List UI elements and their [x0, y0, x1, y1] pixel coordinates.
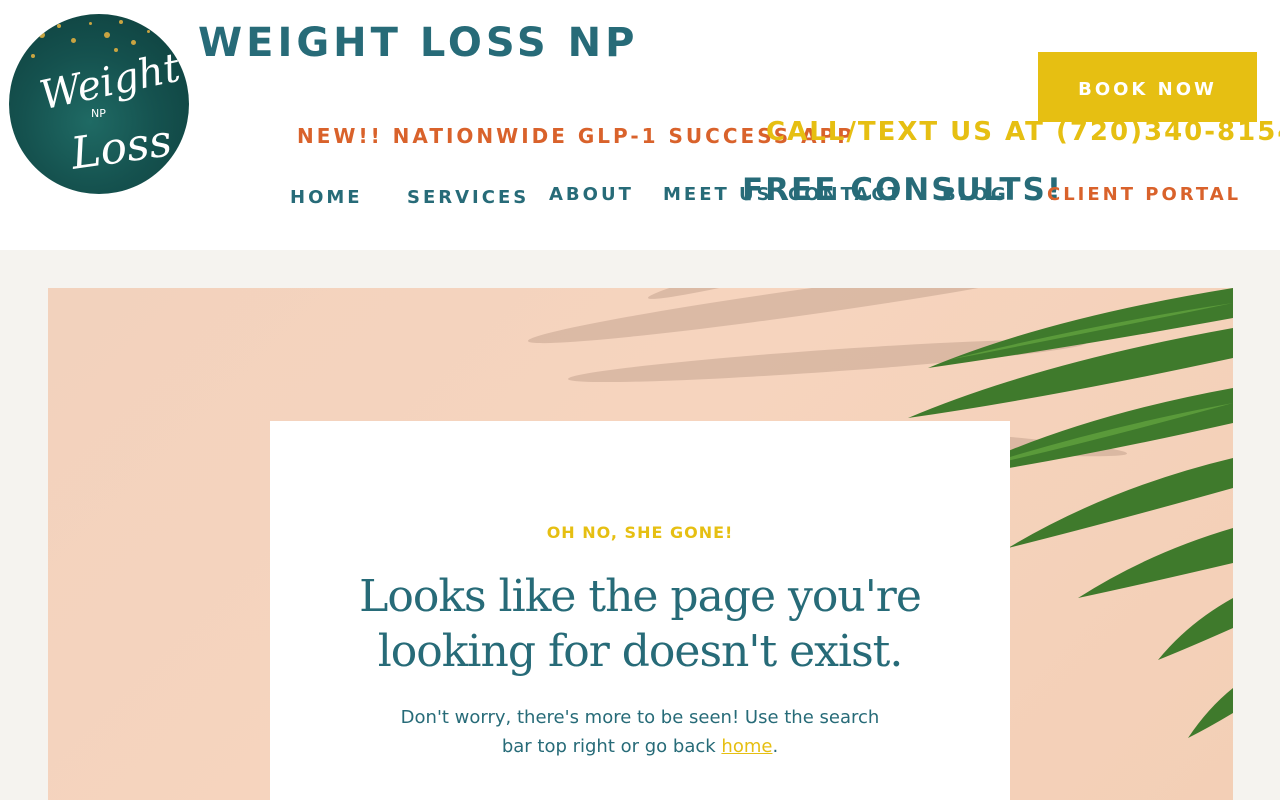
gold-fleck-icon [31, 54, 35, 58]
error-body: Don't worry, there's more to be seen! Us… [390, 703, 890, 761]
gold-fleck-icon [71, 38, 76, 43]
nav-meet-us[interactable]: MEET US [663, 184, 773, 205]
gold-fleck-icon [114, 48, 118, 52]
error-card: OH NO, SHE GONE! Looks like the page you… [270, 421, 1010, 800]
call-text-link[interactable]: CALL/TEXT US AT (720)340-8154 [766, 117, 1280, 147]
nav-blog[interactable]: BLOG [942, 184, 1009, 205]
error-kicker: OH NO, SHE GONE! [546, 523, 734, 542]
gold-fleck-icon [39, 32, 45, 38]
logo-script-bottom: Loss [67, 115, 175, 180]
book-now-button[interactable]: BOOK NOW [1038, 52, 1257, 122]
error-body-end: . [772, 736, 779, 757]
nav-client-portal[interactable]: CLIENT PORTAL [1047, 184, 1241, 205]
gold-fleck-icon [89, 22, 92, 25]
site-title[interactable]: WEIGHT LOSS NP [198, 20, 638, 66]
home-link[interactable]: home [721, 736, 772, 757]
nav-home[interactable]: HOME [290, 187, 363, 208]
error-headline: Looks like the page you're looking for d… [359, 571, 922, 677]
gold-fleck-icon [57, 24, 61, 28]
error-body-text: Don't worry, there's more to be seen! Us… [400, 707, 880, 757]
nav-about[interactable]: ABOUT [549, 184, 634, 205]
nav-contact[interactable]: CONTACT [788, 184, 903, 205]
site-logo[interactable]: Weight NP Loss [9, 14, 189, 194]
gold-fleck-icon [147, 30, 150, 33]
gold-fleck-icon [131, 40, 136, 45]
logo-script-top: Weight [35, 44, 184, 120]
nav-services[interactable]: SERVICES [407, 187, 529, 208]
logo-np: NP [91, 107, 106, 120]
site-header: Weight NP Loss WEIGHT LOSS NP BOOK NOW N… [0, 0, 1280, 250]
gold-fleck-icon [104, 32, 110, 38]
gold-fleck-icon [119, 20, 123, 24]
